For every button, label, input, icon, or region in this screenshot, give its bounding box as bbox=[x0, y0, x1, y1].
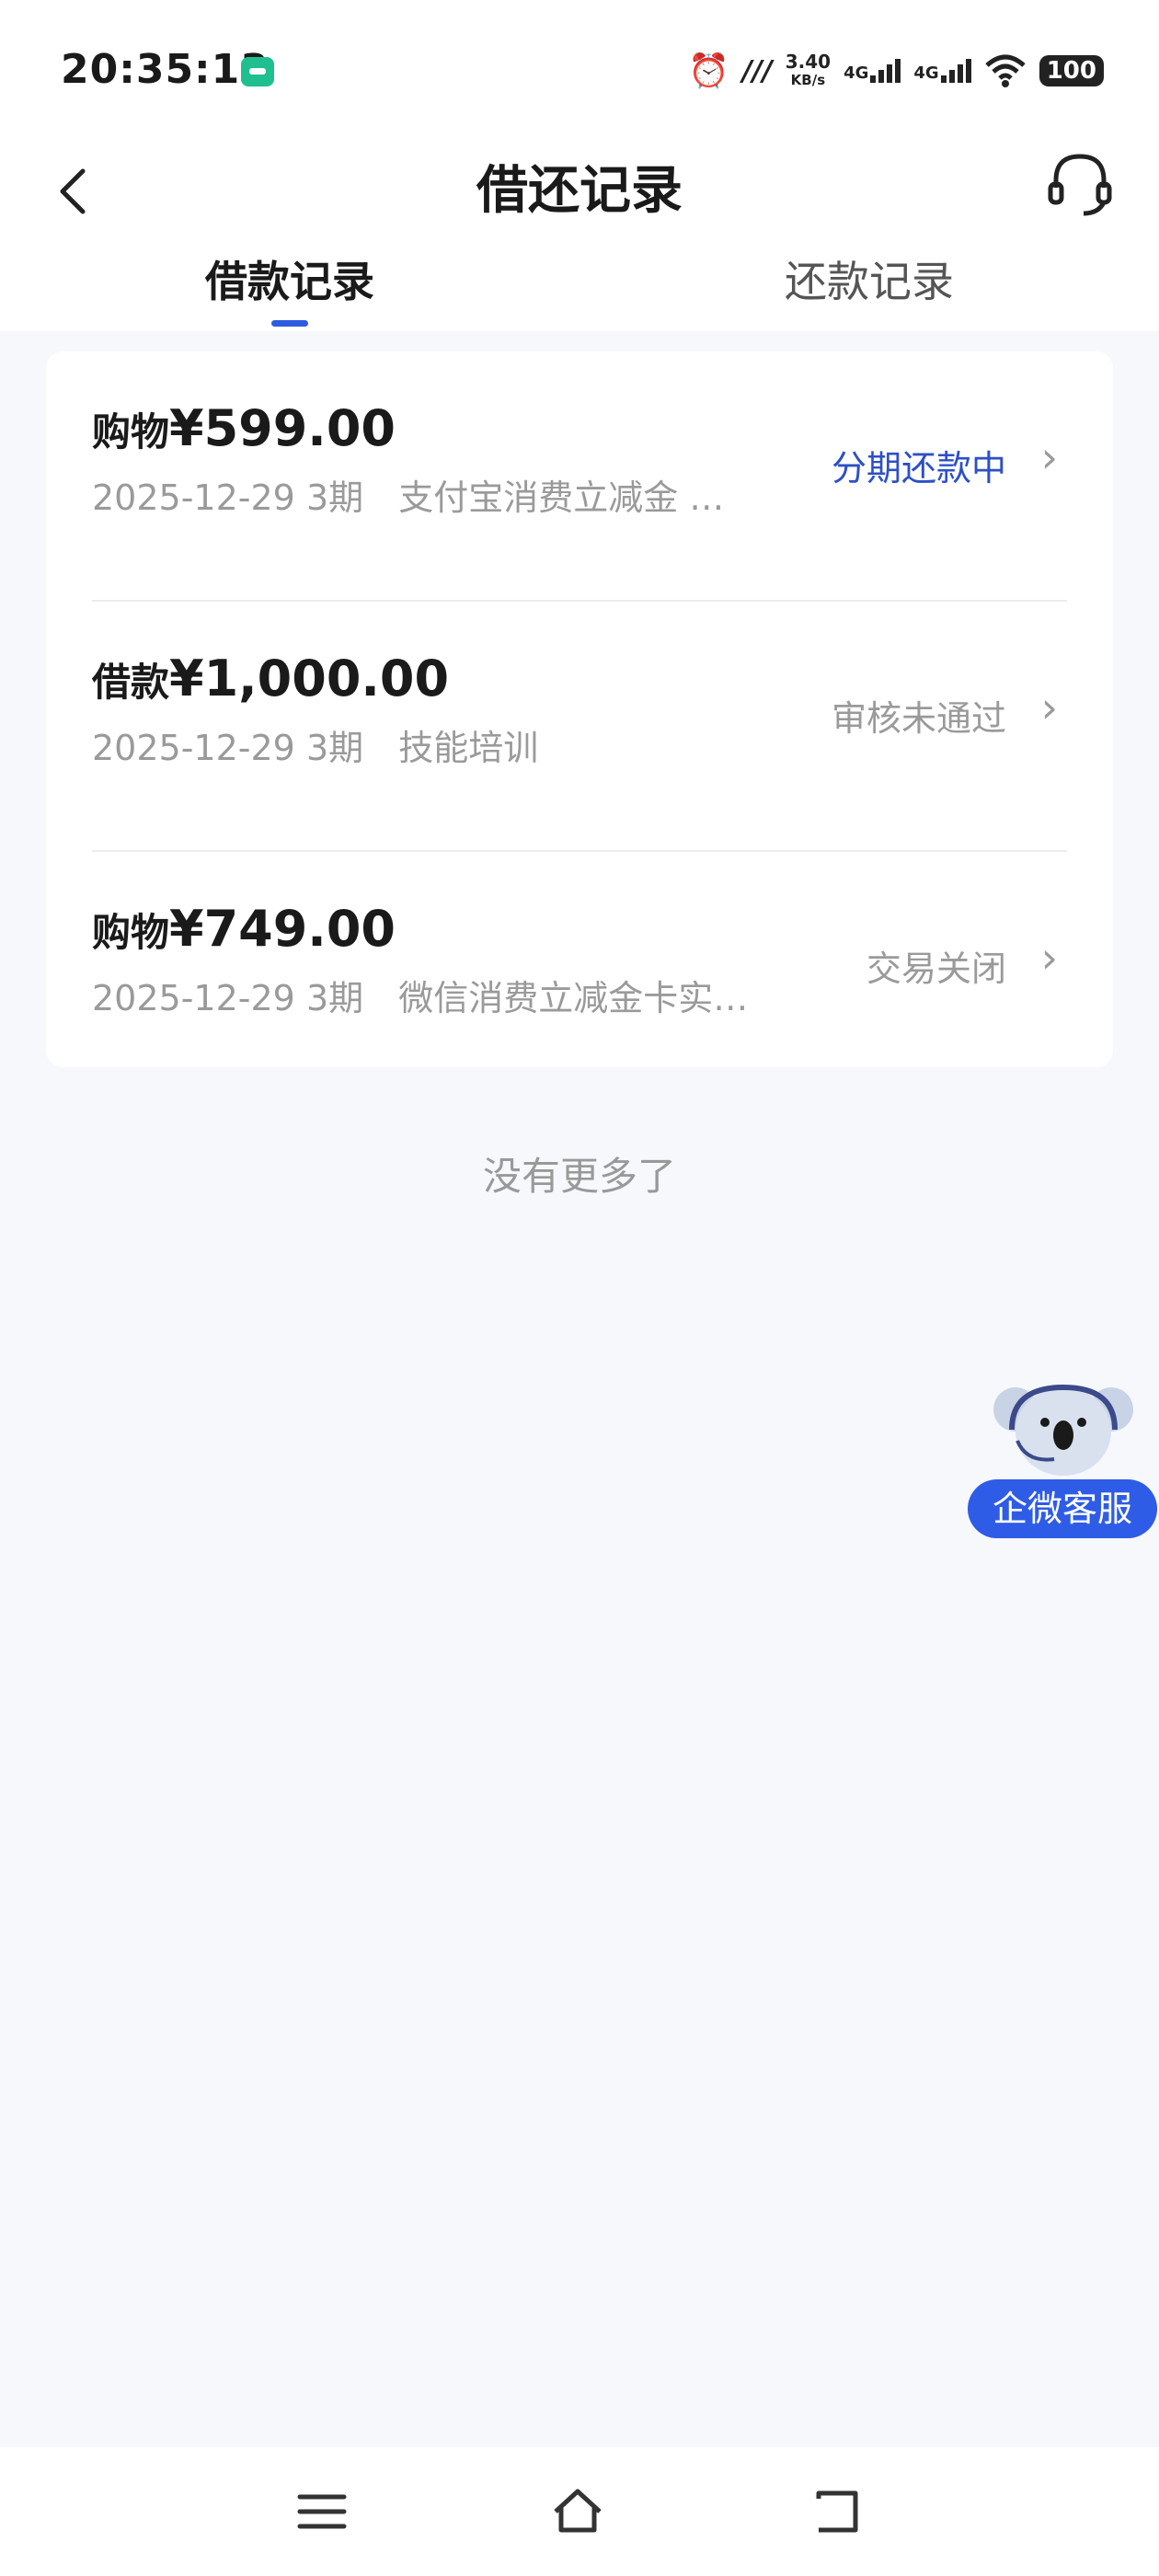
signal-2: 4G bbox=[913, 59, 971, 83]
network-speed: 3.40 KB/s bbox=[786, 52, 831, 89]
page-header: 借还记录 借款记录 还款记录 bbox=[0, 138, 1159, 331]
record-meta: 2025-12-29 3期 支付宝消费立减金 … bbox=[92, 469, 724, 520]
record-date: 2025-12-29 bbox=[92, 477, 295, 518]
records-card: 购物¥599.00 2025-12-29 3期 支付宝消费立减金 … 分期还款中… bbox=[46, 351, 1113, 1067]
tab-borrow-records[interactable]: 借款记录 bbox=[106, 248, 474, 309]
back-icon[interactable] bbox=[809, 2484, 865, 2539]
record-description: 技能培训 bbox=[398, 728, 539, 768]
chevron-right-icon: › bbox=[1040, 933, 1058, 983]
list-item[interactable]: 购物¥749.00 2025-12-29 3期 微信消费立减金卡实… 交易关闭 … bbox=[92, 852, 1067, 1100]
status-badge: 审核未通过 bbox=[831, 698, 1006, 739]
menu-icon[interactable] bbox=[294, 2484, 350, 2539]
record-amount-value: ¥749.00 bbox=[169, 900, 396, 958]
status-badge: 交易关闭 bbox=[866, 949, 1006, 989]
system-nav-bar bbox=[0, 2447, 1159, 2576]
home-icon[interactable] bbox=[550, 2484, 605, 2539]
list-item[interactable]: 借款¥1,000.00 2025-12-29 3期 技能培训 审核未通过 › bbox=[92, 602, 1067, 850]
page-title: 借还记录 bbox=[476, 161, 683, 221]
record-description: 微信消费立减金卡实… bbox=[398, 978, 749, 1018]
tab-repay-records[interactable]: 还款记录 bbox=[685, 248, 1053, 309]
status-time: 20:35:13 bbox=[61, 46, 270, 93]
chevron-right-icon: › bbox=[1040, 683, 1058, 732]
status-badge: 分期还款中 bbox=[831, 448, 1006, 489]
alarm-icon: ⏰ bbox=[688, 52, 729, 90]
record-term: 3期 bbox=[305, 477, 364, 518]
nfc-icon: /// bbox=[741, 54, 773, 87]
headset-icon bbox=[1048, 154, 1112, 216]
record-description: 支付宝消费立减金 … bbox=[398, 477, 725, 518]
floating-service-widget[interactable]: 企微客服 bbox=[968, 1374, 1159, 1540]
record-type: 购物 bbox=[92, 409, 170, 454]
network-type-2: 4G bbox=[913, 63, 939, 83]
record-amount: 购物¥599.00 bbox=[92, 399, 396, 457]
record-date: 2025-12-29 bbox=[92, 728, 295, 768]
koala-mascot-icon bbox=[993, 1384, 1133, 1476]
signal-bars-icon bbox=[940, 59, 971, 83]
record-amount: 购物¥749.00 bbox=[92, 900, 396, 958]
chevron-right-icon: › bbox=[1040, 432, 1058, 482]
record-date: 2025-12-29 bbox=[92, 978, 295, 1018]
speed-unit: KB/s bbox=[790, 72, 826, 88]
customer-service-button[interactable] bbox=[1043, 147, 1117, 221]
record-amount: 借款¥1,000.00 bbox=[92, 650, 449, 707]
record-amount-value: ¥1,000.00 bbox=[169, 650, 450, 707]
list-item[interactable]: 购物¥599.00 2025-12-29 3期 支付宝消费立减金 … 分期还款中… bbox=[92, 351, 1067, 600]
record-meta: 2025-12-29 3期 技能培训 bbox=[92, 719, 538, 770]
record-type: 购物 bbox=[92, 910, 170, 955]
record-meta: 2025-12-29 3期 微信消费立减金卡实… bbox=[92, 970, 748, 1020]
record-amount-value: ¥599.00 bbox=[169, 399, 396, 457]
signal-bars-icon bbox=[870, 59, 901, 83]
network-type-1: 4G bbox=[843, 63, 869, 83]
status-icons: ⏰ /// 3.40 KB/s 4G 4G 100 bbox=[688, 48, 1104, 94]
wifi-icon bbox=[985, 54, 1026, 87]
record-term: 3期 bbox=[305, 728, 364, 768]
battery-indicator: 100 bbox=[1039, 55, 1104, 86]
signal-1: 4G bbox=[843, 59, 901, 83]
speed-value: 3.40 bbox=[785, 51, 832, 73]
record-type: 借款 bbox=[92, 660, 170, 705]
active-tab-indicator bbox=[271, 320, 308, 327]
no-more-text: 没有更多了 bbox=[482, 1154, 676, 1199]
record-term: 3期 bbox=[305, 978, 364, 1018]
status-bar: 20:35:13 ⏰ /// 3.40 KB/s 4G 4G 100 bbox=[0, 0, 1159, 138]
service-button[interactable]: 企微客服 bbox=[968, 1479, 1157, 1538]
message-notification-icon bbox=[241, 57, 274, 86]
